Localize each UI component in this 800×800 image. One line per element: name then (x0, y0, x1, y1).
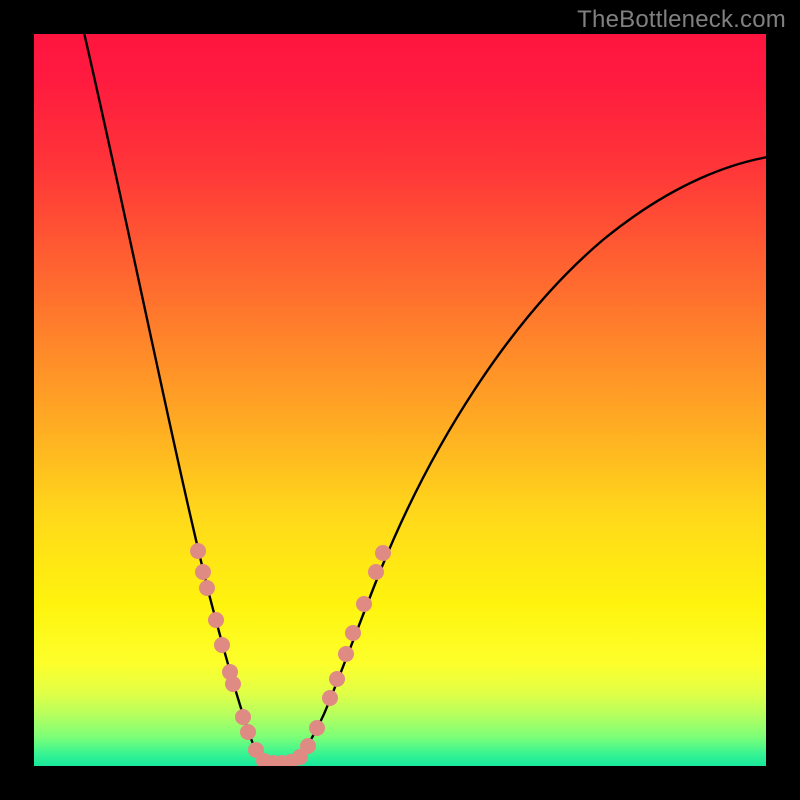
dots-right-group (300, 545, 391, 754)
data-point (329, 671, 345, 687)
data-point (309, 720, 325, 736)
data-point (338, 646, 354, 662)
data-point (240, 724, 256, 740)
data-point (195, 564, 211, 580)
data-point (190, 543, 206, 559)
data-point (368, 564, 384, 580)
curve-left-branch (82, 34, 266, 764)
watermark-text: TheBottleneck.com (577, 6, 786, 34)
curve-layer (34, 34, 766, 766)
data-point (292, 749, 308, 765)
plot-area (34, 34, 766, 766)
data-point (356, 596, 372, 612)
curve-right-branch (292, 156, 766, 764)
chart-frame: TheBottleneck.com (0, 0, 800, 800)
data-point (225, 676, 241, 692)
data-point (214, 637, 230, 653)
data-point (235, 709, 251, 725)
data-point (375, 545, 391, 561)
dots-left-group (190, 543, 264, 758)
data-point (199, 580, 215, 596)
data-point (345, 625, 361, 641)
data-point (208, 612, 224, 628)
data-point (322, 690, 338, 706)
